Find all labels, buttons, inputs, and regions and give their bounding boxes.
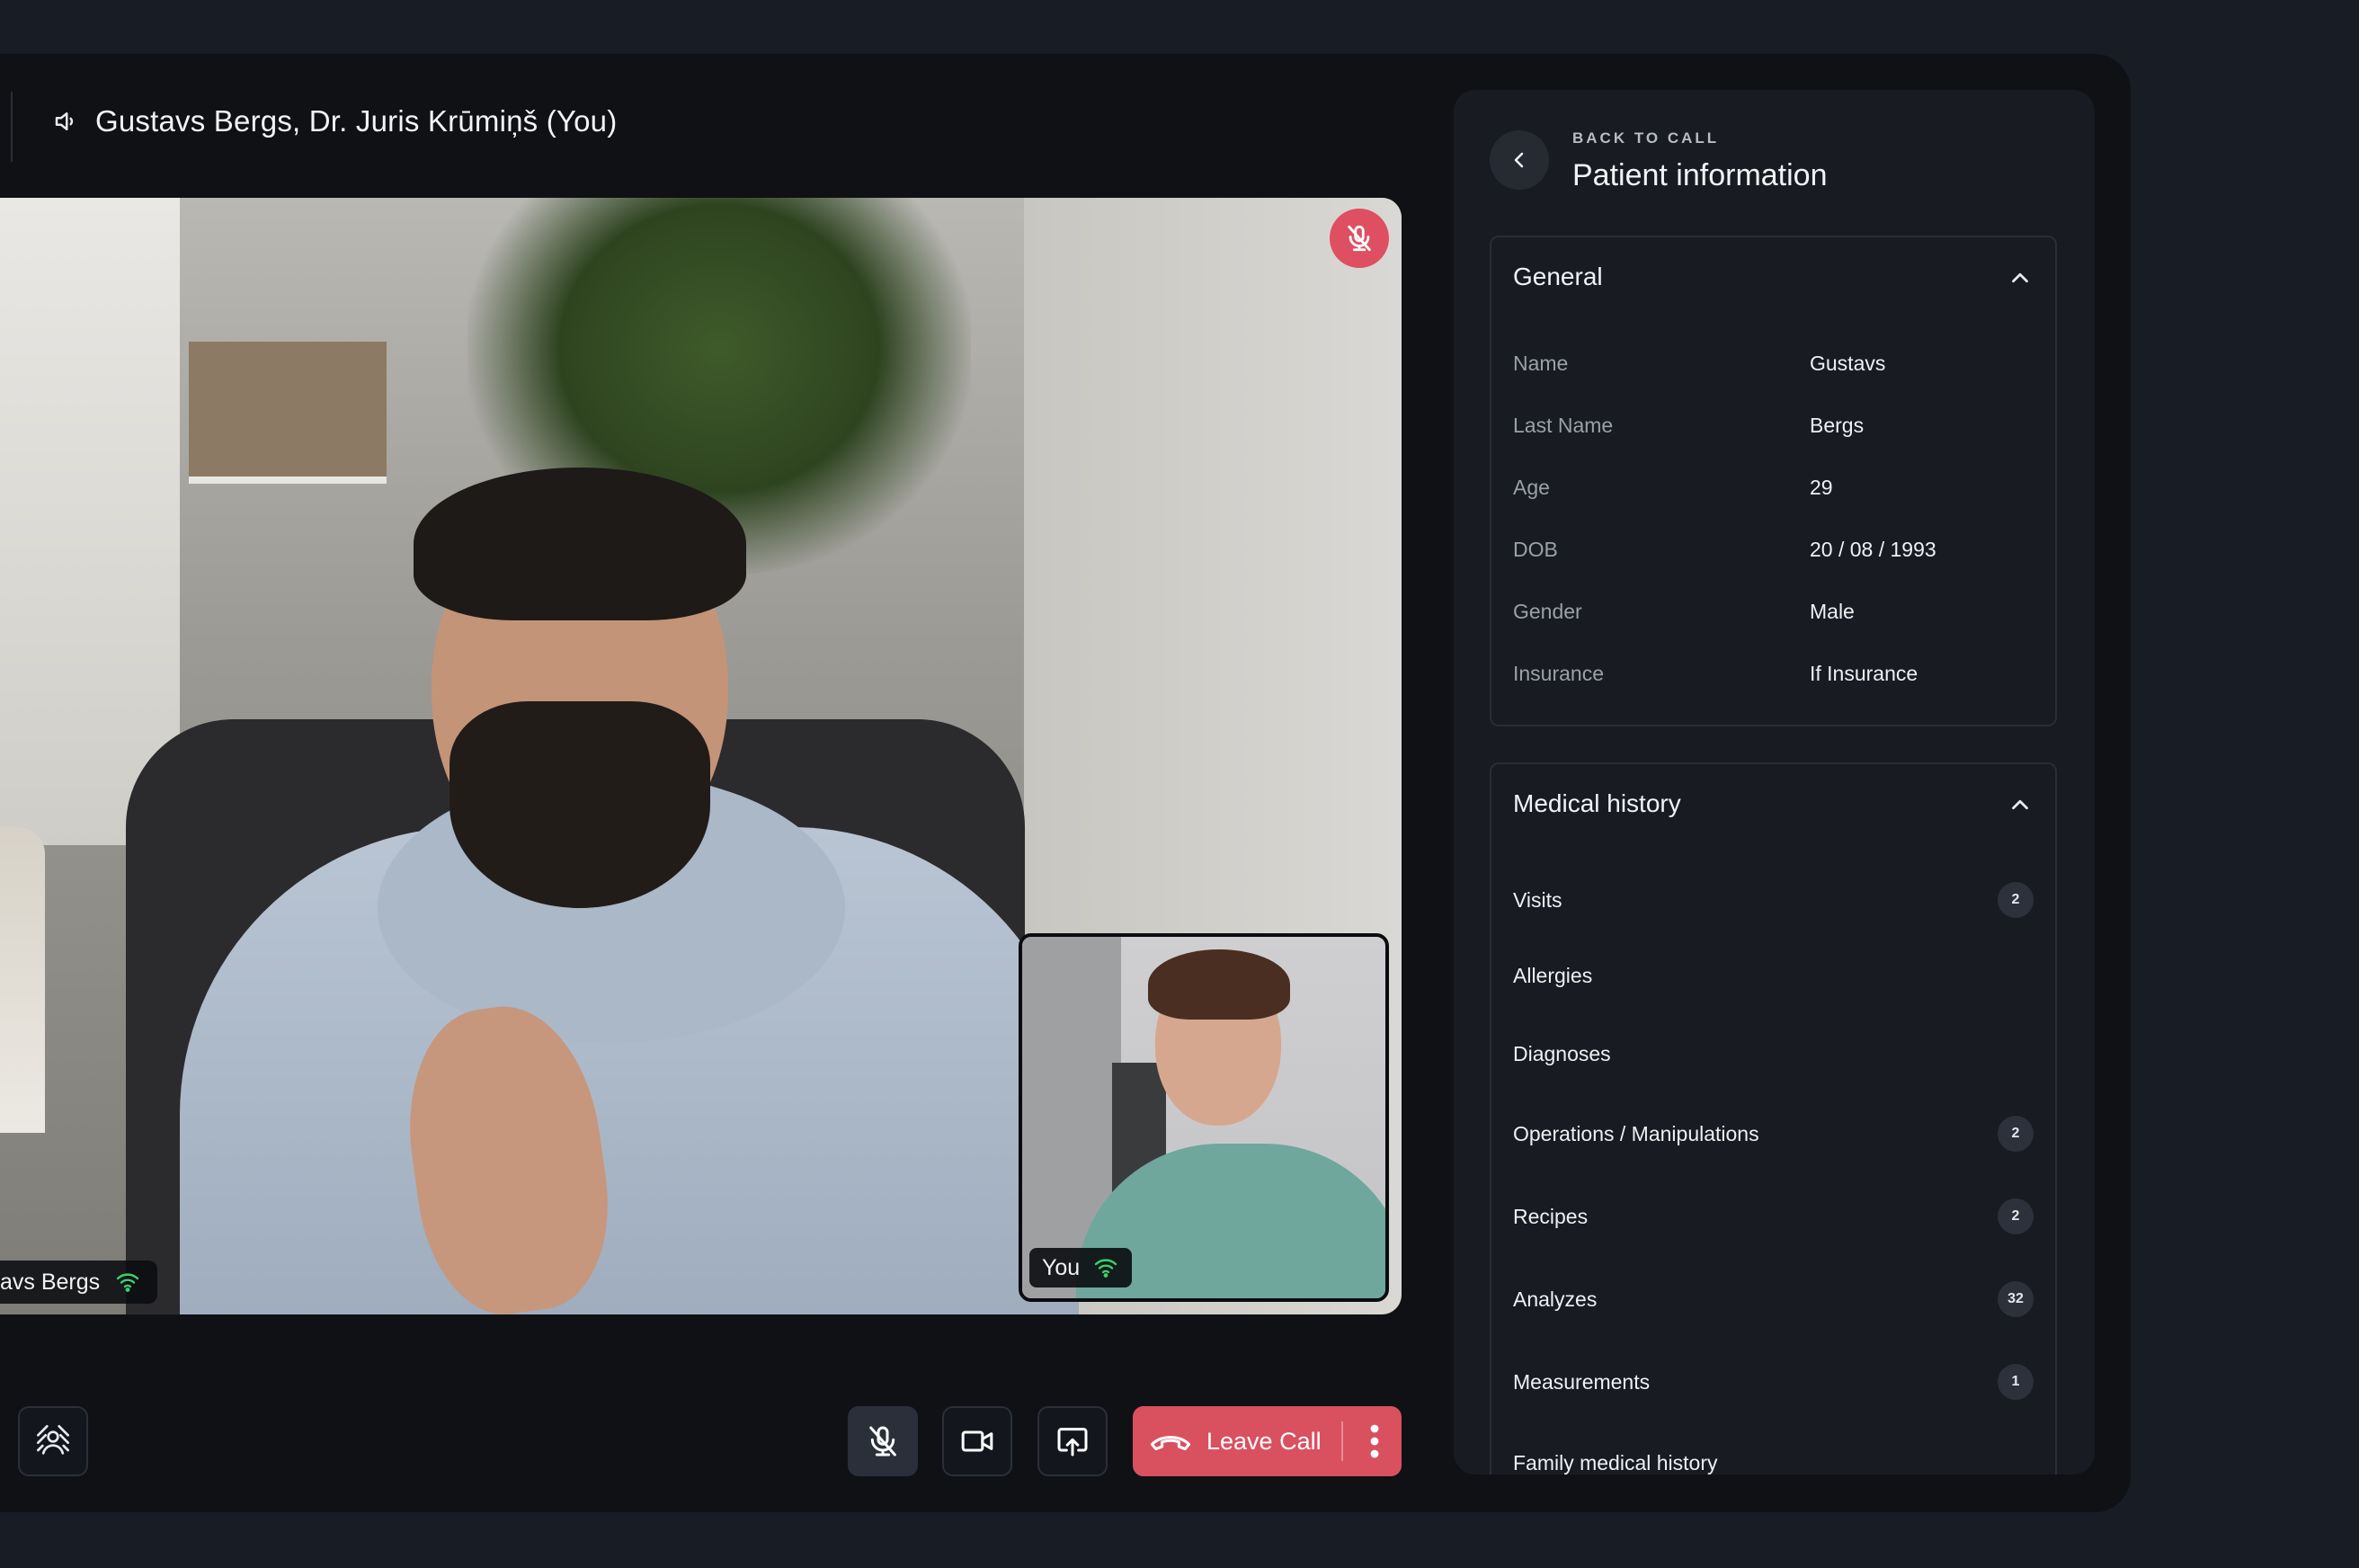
general-row: Gender Male: [1513, 593, 2034, 629]
mute-toggle-button[interactable]: [848, 1406, 918, 1476]
video-background: [0, 198, 180, 845]
more-options-button[interactable]: [1347, 1406, 1402, 1476]
field-label: Insurance: [1513, 661, 1605, 685]
participants-title: Gustavs Bergs, Dr. Juris Krūmiņš (You): [95, 104, 618, 138]
medical-history-item-visits[interactable]: Visits 2: [1513, 881, 2034, 919]
general-row: DOB 20 / 08 / 1993: [1513, 531, 2034, 567]
mic-off-icon: [1348, 225, 1371, 252]
field-value: Male: [1810, 599, 1855, 623]
field-label: Age: [1513, 475, 1550, 499]
general-section: General Name Gustavs Last Name Bergs Age…: [1490, 236, 2057, 726]
field-value: Gustavs: [1810, 351, 1886, 375]
field-value: 20 / 08 / 1993: [1810, 537, 1936, 561]
leave-call-label: Leave Call: [1206, 1427, 1322, 1455]
medical-history-item-analyzes[interactable]: Analyzes 32: [1513, 1280, 2034, 1318]
background-blur-button[interactable]: [18, 1406, 88, 1476]
item-label: Measurements: [1513, 1369, 1651, 1394]
item-label: Diagnoses: [1513, 1041, 1611, 1065]
medical-history-item-measurements[interactable]: Measurements 1: [1513, 1363, 2034, 1401]
self-video[interactable]: You: [1019, 933, 1389, 1302]
wifi-icon: [116, 1272, 139, 1292]
general-heading[interactable]: General: [1513, 263, 1603, 291]
self-name-label: You: [1042, 1254, 1081, 1280]
remote-name-tag: avs Bergs: [0, 1261, 158, 1304]
remote-muted-indicator: [1330, 209, 1389, 268]
medical-history-item-recipes[interactable]: Recipes 2: [1513, 1198, 2034, 1235]
patient-info-panel: BACK TO CALL Patient information General…: [1454, 90, 2095, 1474]
back-to-call-caption[interactable]: BACK TO CALL: [1572, 129, 1719, 147]
self-name-tag: You: [1029, 1248, 1133, 1287]
mic-off-icon: [869, 1426, 896, 1457]
count-badge: 32: [1998, 1281, 2034, 1317]
chevron-up-icon: [2012, 799, 2028, 810]
field-label: Last Name: [1513, 413, 1614, 437]
item-label: Family medical history: [1513, 1450, 1718, 1474]
medical-history-section: Medical history Visits 2 Allergies Diagn…: [1490, 762, 2057, 1474]
item-label: Visits: [1513, 887, 1562, 912]
general-row: Insurance If Insurance: [1513, 655, 2034, 691]
call-header: Gustavs Bergs, Dr. Juris Krūmiņš (You): [52, 104, 617, 138]
field-label: Gender: [1513, 599, 1582, 623]
remote-name-label: avs Bergs: [0, 1269, 101, 1295]
field-value: If Insurance: [1810, 661, 1918, 685]
field-value: 29: [1810, 475, 1833, 499]
general-row: Age 29: [1513, 469, 2034, 505]
field-value: Bergs: [1810, 413, 1865, 437]
wifi-icon: [1094, 1258, 1117, 1278]
medical-history-item-allergies[interactable]: Allergies: [1513, 957, 2034, 994]
count-badge: 2: [1998, 1198, 2034, 1234]
collapse-medical-history-button[interactable]: [2007, 791, 2034, 818]
count-badge: 2: [1998, 882, 2034, 918]
chevron-up-icon: [2012, 272, 2028, 283]
speaker-icon[interactable]: [52, 108, 79, 135]
back-to-call-button[interactable]: [1490, 130, 1549, 190]
item-label: Operations / Manipulations: [1513, 1121, 1759, 1145]
leave-call-button[interactable]: Leave Call: [1133, 1406, 1402, 1476]
call-window: Gustavs Bergs, Dr. Juris Krūmiņš (You) a…: [0, 54, 2131, 1512]
medical-history-item-operations[interactable]: Operations / Manipulations 2: [1513, 1115, 2034, 1153]
medical-history-item-diagnoses[interactable]: Diagnoses: [1513, 1035, 2034, 1073]
camera-icon: [961, 1430, 993, 1452]
header-divider: [11, 92, 13, 162]
field-label: Name: [1513, 351, 1569, 375]
leave-divider: [1341, 1421, 1343, 1461]
item-label: Allergies: [1513, 963, 1593, 987]
panel-title: Patient information: [1572, 158, 1828, 192]
collapse-general-button[interactable]: [2007, 264, 2034, 291]
medical-history-heading[interactable]: Medical history: [1513, 789, 1681, 818]
item-label: Recipes: [1513, 1204, 1589, 1228]
more-vertical-icon: [1370, 1424, 1378, 1458]
field-label: DOB: [1513, 537, 1558, 561]
phone-hangup-icon: [1150, 1436, 1191, 1451]
share-screen-button[interactable]: [1037, 1406, 1108, 1476]
share-screen-icon: [1057, 1428, 1088, 1457]
chevron-left-icon: [1514, 152, 1524, 168]
item-label: Analyzes: [1513, 1287, 1598, 1311]
medical-history-item-family-history[interactable]: Family medical history: [1513, 1444, 2034, 1474]
general-row: Name Gustavs: [1513, 345, 2034, 381]
general-row: Last Name Bergs: [1513, 407, 2034, 443]
background-blur-icon: [37, 1425, 69, 1455]
count-badge: 1: [1998, 1364, 2034, 1400]
count-badge: 2: [1998, 1116, 2034, 1152]
camera-toggle-button[interactable]: [942, 1406, 1012, 1476]
